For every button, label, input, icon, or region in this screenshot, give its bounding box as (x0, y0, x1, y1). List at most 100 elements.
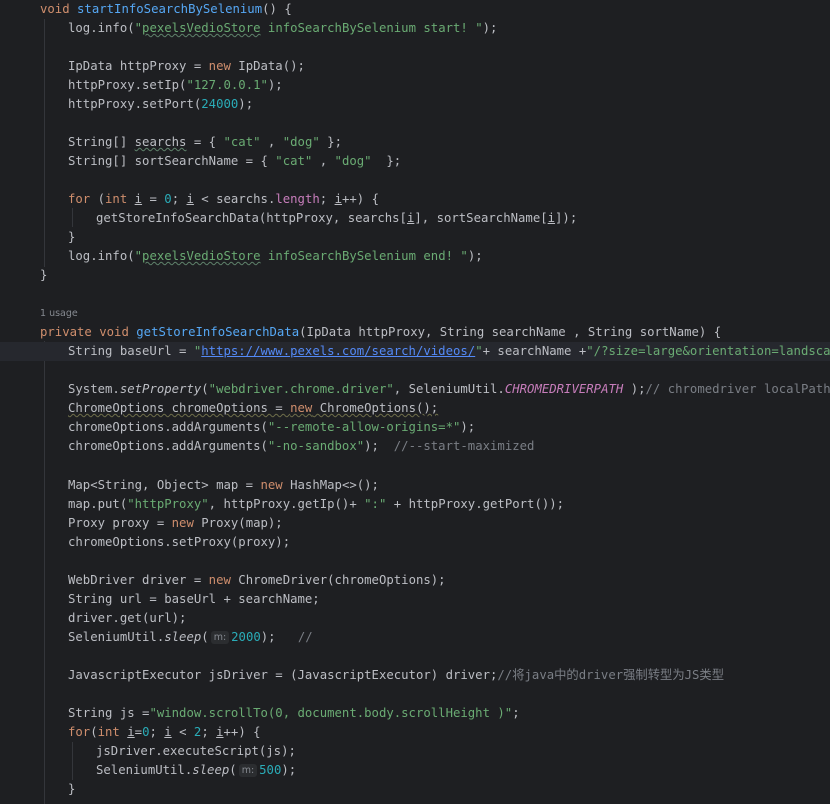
token: String[] sortSearchName = { (68, 154, 276, 168)
token-keyword: new (208, 59, 231, 73)
token: } (68, 230, 76, 244)
code-line[interactable]: driver.get(url); (0, 609, 830, 628)
token: ); (364, 439, 394, 453)
token-keyword: for (68, 725, 91, 739)
token: ChromeOptions(); (312, 401, 439, 415)
token: ++) { (341, 192, 380, 206)
code-line[interactable]: SeleniumUtil.sleep(m: 500); (0, 761, 830, 780)
token-string: ":" (364, 497, 387, 511)
code-line[interactable]: private void getStoreInfoSearchData(IpDa… (0, 323, 830, 342)
token-field: length (275, 192, 320, 206)
code-line[interactable]: String js ="window.scrollTo(0, document.… (0, 704, 830, 723)
code-line[interactable]: chromeOptions.addArguments("-no-sandbox"… (0, 437, 830, 456)
token: ; (171, 192, 187, 206)
token: + httpProxy.getPort()); (386, 497, 565, 511)
token: ChromeOptions chromeOptions = (68, 401, 291, 415)
token: chromeOptions.addArguments( (68, 420, 268, 434)
token: + searchName + (482, 344, 587, 358)
token: = (142, 192, 165, 206)
token-keyword: new (260, 478, 283, 492)
token-string: "/?size=large&orientation=landscape" (586, 344, 830, 358)
code-line[interactable]: log.info("pexelsVedioStore infoSearchByS… (0, 19, 830, 38)
code-line[interactable]: Proxy proxy = new Proxy(map); (0, 514, 830, 533)
token: SeleniumUtil. (96, 763, 193, 777)
code-line[interactable]: jsDriver.executeScript(js); (0, 742, 830, 761)
token: Proxy(map); (193, 516, 283, 530)
token-string: " (475, 344, 483, 358)
code-line[interactable]: log.info("pexelsVedioStore infoSearchByS… (0, 247, 830, 266)
token: ); (482, 21, 498, 35)
code-line-current[interactable]: String baseUrl = "https://www.pexels.com… (0, 342, 830, 361)
token: ChromeDriver(chromeOptions); (230, 573, 446, 587)
token-string: "dog" (282, 135, 320, 149)
token: log.info( (68, 249, 135, 263)
code-line[interactable]: for(int i=0; i < 2; i++) { (0, 723, 830, 742)
code-line[interactable]: WebDriver driver = new ChromeDriver(chro… (0, 571, 830, 590)
token: ( (90, 725, 98, 739)
token: ( (201, 382, 209, 396)
code-line[interactable]: } (0, 228, 830, 247)
token: , (260, 135, 283, 149)
token-var: i (334, 192, 342, 206)
code-line[interactable]: void startInfoSearchBySelenium() { (0, 0, 830, 19)
token: , SeleniumUtil. (393, 382, 505, 396)
token-comment: //将java中的driver强制转型为JS类型 (497, 668, 725, 682)
token-constant: CHROMEDRIVERPATH (504, 382, 624, 396)
method-name: startInfoSearchBySelenium (77, 2, 263, 16)
usage-hint[interactable]: 1 usage (0, 306, 830, 322)
code-line[interactable]: httpProxy.setPort(24000); (0, 95, 830, 114)
token-var: i (164, 725, 172, 739)
code-line[interactable]: Map<String, Object> map = new HashMap<>(… (0, 476, 830, 495)
token-string: "cat" (275, 154, 313, 168)
code-line[interactable]: getStoreInfoSearchData(httpProxy, search… (0, 209, 830, 228)
code-line[interactable]: String[] searchs = { "cat" , "dog" }; (0, 133, 830, 152)
code-line[interactable]: } (0, 266, 830, 285)
token: ++) { (223, 725, 261, 739)
code-line[interactable]: IpData httpProxy = new IpData(); (0, 57, 830, 76)
token: } (40, 268, 48, 282)
code-line[interactable]: httpProxy.setIp("127.0.0.1"); (0, 76, 830, 95)
token-var: i (186, 192, 194, 206)
token-string: "webdriver.chrome.driver" (208, 382, 394, 396)
token-number: 24000 (201, 97, 239, 111)
token: ); (281, 763, 297, 777)
code-line[interactable]: for (int i = 0; i < searchs.length; i++)… (0, 190, 830, 209)
code-line[interactable]: JavascriptExecutor jsDriver = (Javascrip… (0, 666, 830, 685)
code-line[interactable]: } (0, 780, 830, 799)
token: } (68, 782, 76, 796)
token: ; (201, 725, 217, 739)
token: ); (467, 249, 483, 263)
token: getStoreInfoSearchData(httpProxy, search… (96, 211, 407, 225)
code-line[interactable]: chromeOptions.addArguments("--remote-all… (0, 418, 830, 437)
token-string: " (134, 249, 143, 263)
token-var: i (547, 211, 556, 225)
token: ); (238, 97, 254, 111)
code-line[interactable]: String[] sortSearchName = { "cat" , "dog… (0, 152, 830, 171)
code-line[interactable]: chromeOptions.setProxy(proxy); (0, 533, 830, 552)
method-name: getStoreInfoSearchData (136, 325, 300, 339)
token: httpProxy.setPort( (68, 97, 202, 111)
token: HashMap<>(); (282, 478, 379, 492)
token-string: "cat" (223, 135, 261, 149)
token: log.info( (68, 21, 135, 35)
code-line[interactable]: System.setProperty("webdriver.chrome.dri… (0, 380, 830, 399)
token: String[] (68, 135, 135, 149)
url-link[interactable]: https://www.pexels.com/search/videos/ (201, 344, 475, 358)
token-keyword: void (40, 2, 70, 16)
token: String url = baseUrl + searchName; (68, 592, 320, 606)
token-keyword: new (290, 401, 313, 415)
token-string: infoSearchBySelenium start! " (260, 21, 483, 35)
token: ); (623, 382, 646, 396)
code-line[interactable]: SeleniumUtil.sleep(m: 2000); // (0, 628, 830, 647)
token: JavascriptExecutor jsDriver = (Javascrip… (68, 668, 498, 682)
token: IpData(); (230, 59, 305, 73)
code-line[interactable]: ChromeOptions chromeOptions = new Chrome… (0, 399, 830, 418)
token-keyword: new (208, 573, 231, 587)
code-line[interactable]: String url = baseUrl + searchName; (0, 590, 830, 609)
token: < searchs. (193, 192, 276, 206)
code-line[interactable]: map.put("httpProxy", httpProxy.getIp()+ … (0, 495, 830, 514)
code-editor[interactable]: void startInfoSearchBySelenium() { log.i… (0, 0, 830, 804)
token: ; (512, 706, 520, 720)
token-string-typo: pexelsVedioStore (142, 21, 261, 35)
token-keyword: int (97, 725, 120, 739)
